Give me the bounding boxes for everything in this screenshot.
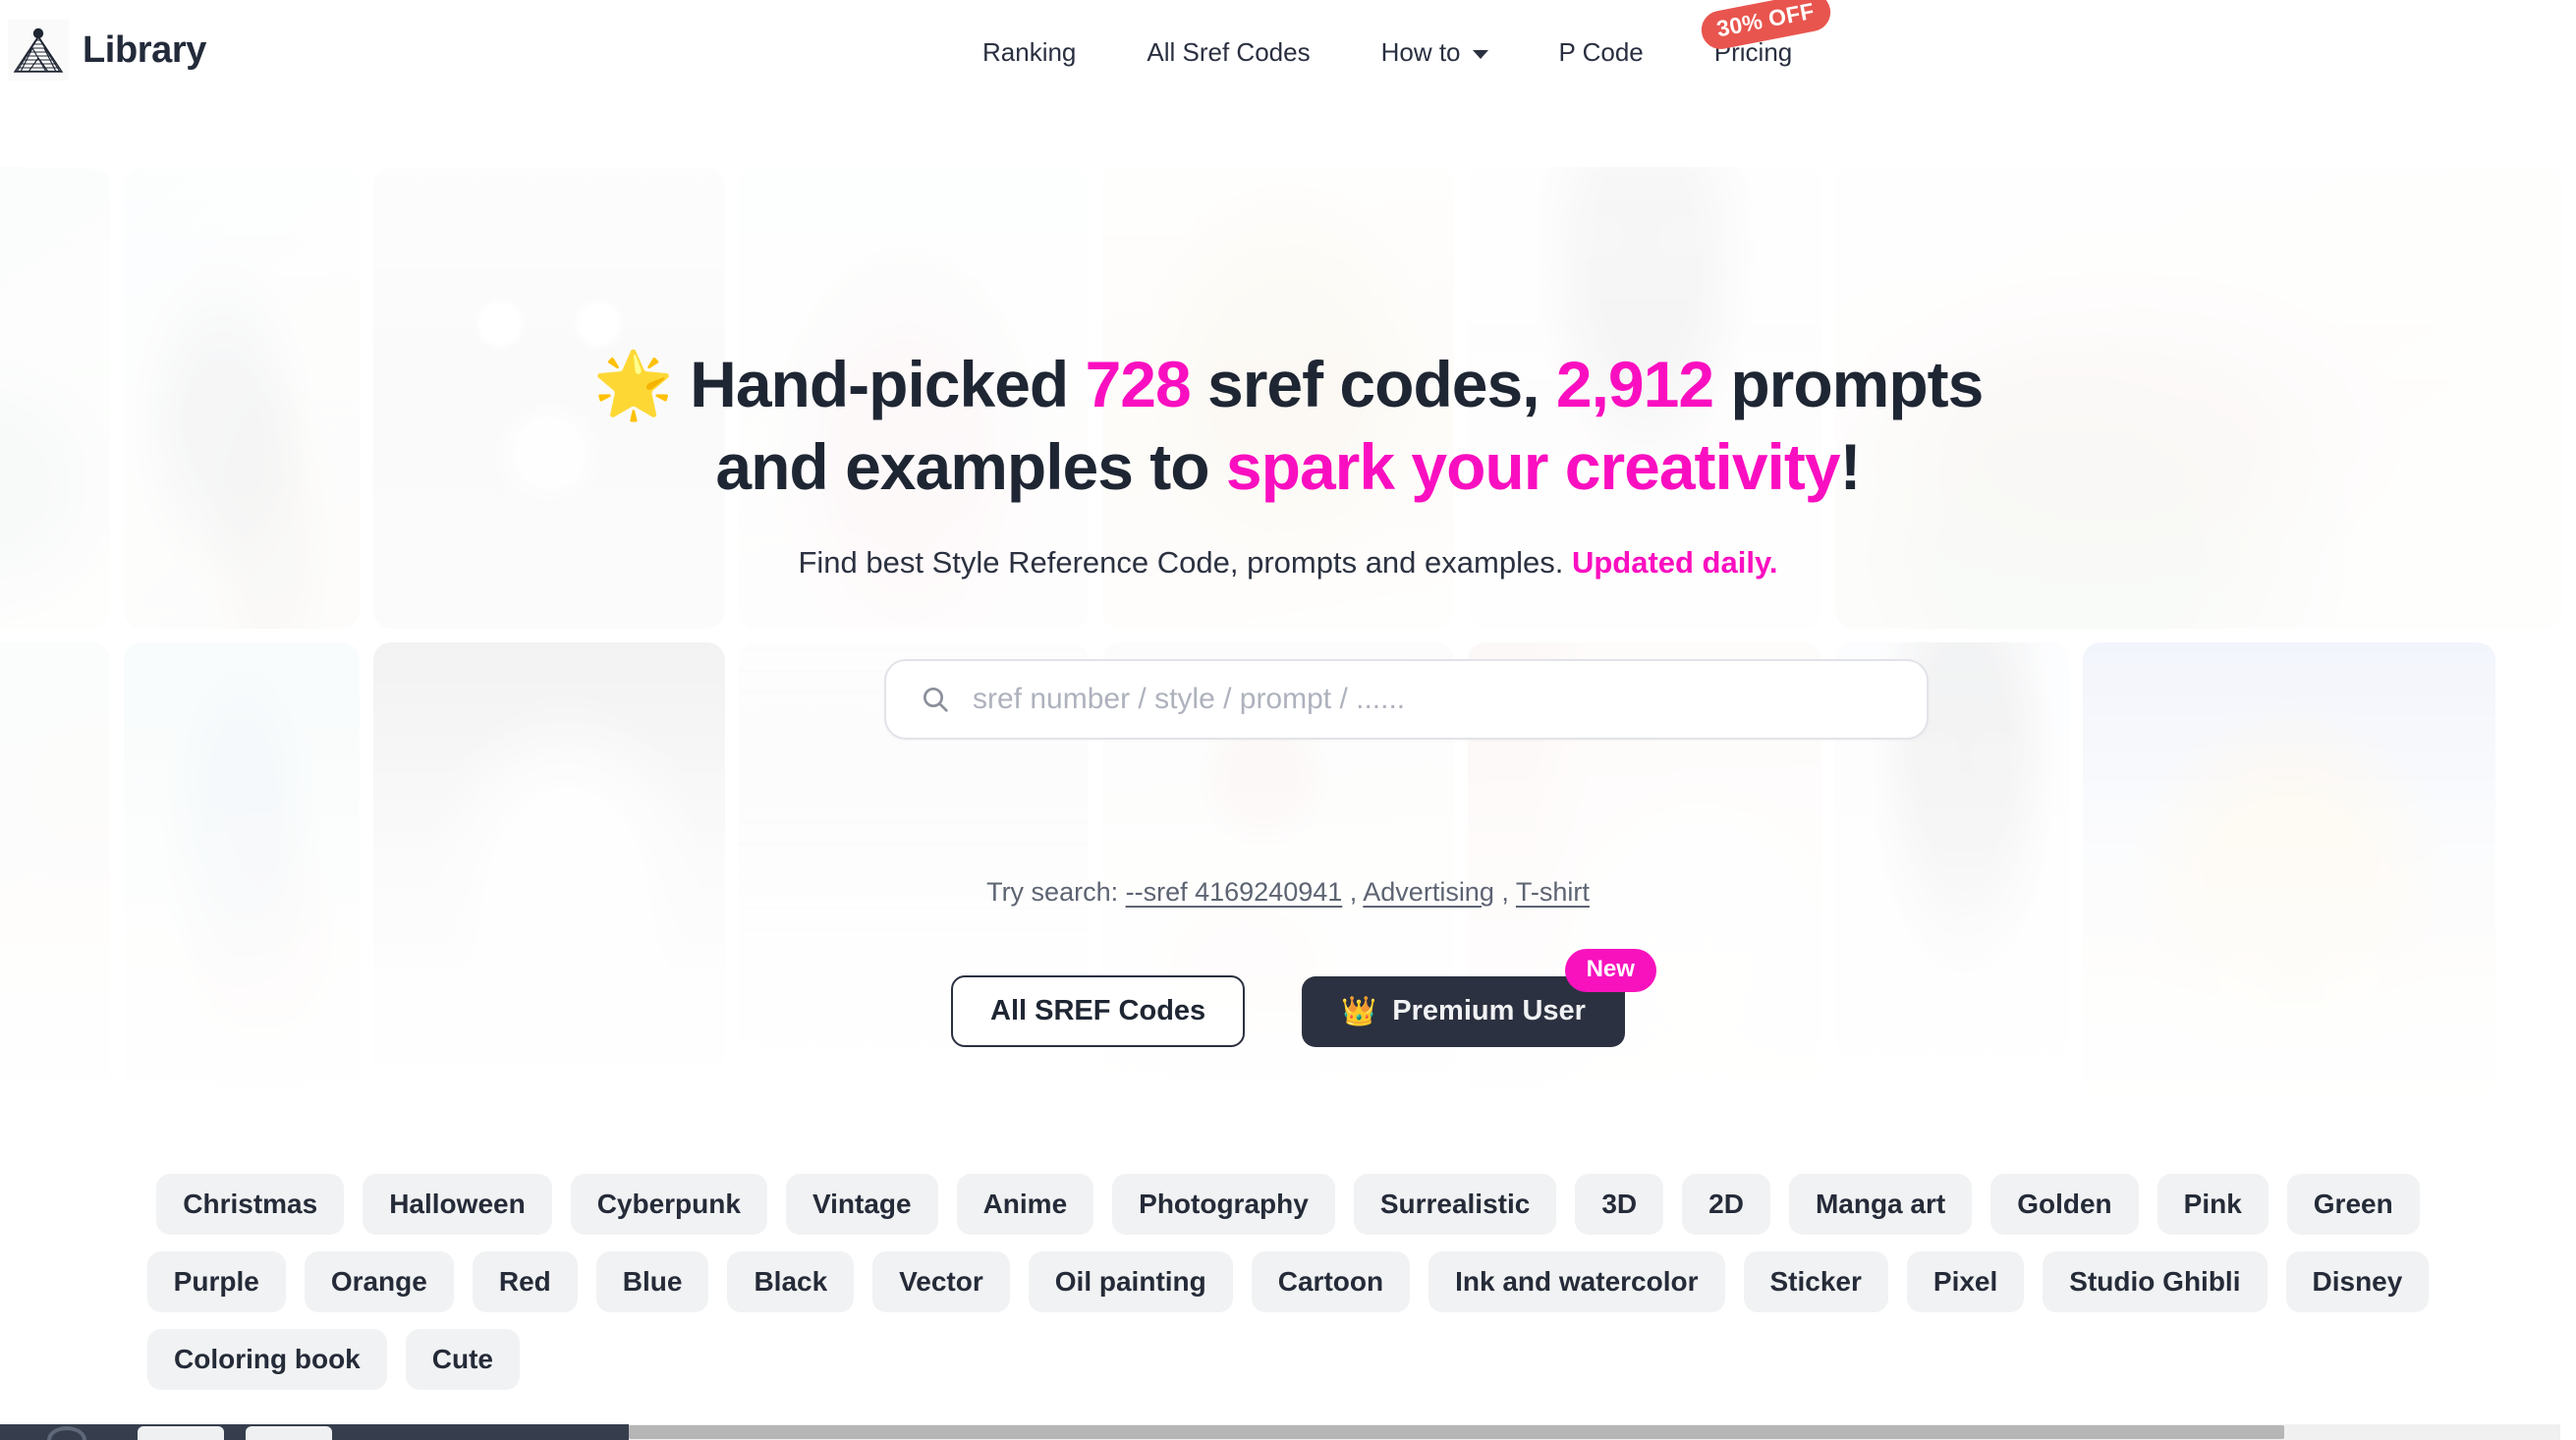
page-headline: 🌟 Hand-picked 728 sref codes, 2,912 prom… — [0, 344, 2576, 509]
tag-row-1: Christmas Halloween Cyberpunk Vintage An… — [156, 1174, 2420, 1235]
horizontal-scrollbar-track[interactable] — [629, 1424, 2576, 1440]
logo-text: Library — [83, 28, 207, 71]
premium-user-button-wrapper: 👑 Premium User New — [1302, 948, 1656, 1047]
tag-cute[interactable]: Cute — [405, 1329, 520, 1390]
nav-label: P Code — [1558, 37, 1644, 67]
headline-line2-part-1: and examples to — [715, 429, 1226, 503]
nav-item-p-code[interactable]: P Code — [1524, 37, 1679, 68]
headline-sref-count: 728 — [1085, 348, 1192, 420]
try-search-link-tshirt[interactable]: T-shirt — [1516, 877, 1590, 907]
horizontal-scrollbar-thumb[interactable] — [629, 1425, 2284, 1439]
nav-item-ranking[interactable]: Ranking — [982, 37, 1111, 68]
nav-label: All Sref Codes — [1147, 37, 1311, 67]
try-search-sep-2: , — [1493, 877, 1516, 907]
tag-coloring-book[interactable]: Coloring book — [147, 1329, 387, 1390]
subtitle-text: Find best Style Reference Code, prompts … — [798, 545, 1572, 580]
taskbar-item-2[interactable] — [246, 1426, 332, 1440]
main-navigation: Ranking All Sref Codes How to P Code Pri… — [982, 0, 1833, 68]
headline-part-3: prompts — [1713, 348, 1984, 420]
site-header: Library Ranking All Sref Codes How to P … — [0, 0, 2576, 116]
premium-user-label: Premium User — [1392, 995, 1586, 1026]
taskbar-circle-icon — [47, 1426, 86, 1440]
try-search-link-sref[interactable]: --sref 4169240941 — [1126, 877, 1343, 907]
new-badge: New — [1564, 948, 1656, 992]
taskbar-item-1[interactable] — [138, 1426, 224, 1440]
all-sref-codes-button[interactable]: All SREF Codes — [951, 975, 1246, 1047]
try-search-label: Try search: — [986, 877, 1126, 907]
headline-line2-end: ! — [1839, 429, 1862, 503]
tag-cloud: Christmas Halloween Cyberpunk Vintage An… — [0, 1174, 2576, 1390]
tag-blue[interactable]: Blue — [595, 1251, 709, 1312]
page-subtitle: Find best Style Reference Code, prompts … — [0, 545, 2576, 581]
tag-vintage[interactable]: Vintage — [785, 1174, 938, 1235]
tag-3d[interactable]: 3D — [1575, 1174, 1664, 1235]
headline-emoji: 🌟 — [592, 348, 674, 420]
hero-section: 🌟 Hand-picked 728 sref codes, 2,912 prom… — [0, 116, 2576, 1108]
hero-content: 🌟 Hand-picked 728 sref codes, 2,912 prom… — [0, 116, 2576, 1108]
nav-label: Ranking — [982, 37, 1077, 67]
headline-part-1: Hand-picked — [672, 348, 1086, 420]
try-search-suggestions: Try search: --sref 4169240941 , Advertis… — [0, 877, 2576, 908]
search-bar[interactable]: sref number / style / prompt / ...... — [884, 659, 1929, 740]
logo[interactable]: Library — [8, 20, 206, 81]
subtitle-highlight: Updated daily. — [1571, 545, 1778, 580]
tag-orange[interactable]: Orange — [304, 1251, 454, 1312]
tag-row-2: Purple Orange Red Blue Black Vector Oil … — [146, 1251, 2430, 1312]
scrollbar-end-cap — [2560, 1424, 2576, 1440]
tag-photography[interactable]: Photography — [1112, 1174, 1335, 1235]
try-search-link-advertising[interactable]: Advertising — [1363, 877, 1494, 907]
tag-cartoon[interactable]: Cartoon — [1251, 1251, 1411, 1312]
nav-item-pricing[interactable]: Pricing 30% OFF — [1679, 0, 1833, 68]
chevron-down-icon — [1472, 50, 1488, 59]
tag-surrealistic[interactable]: Surrealistic — [1353, 1174, 1557, 1235]
tag-studio-ghibli[interactable]: Studio Ghibli — [2043, 1251, 2268, 1312]
tag-purple[interactable]: Purple — [146, 1251, 286, 1312]
tag-vector[interactable]: Vector — [872, 1251, 1010, 1312]
tag-2d[interactable]: 2D — [1682, 1174, 1770, 1235]
headline-part-2: sref codes, — [1190, 348, 1556, 420]
headline-line2-highlight: spark your creativity — [1225, 429, 1841, 503]
search-icon — [920, 684, 951, 715]
crown-icon: 👑 — [1341, 995, 1377, 1027]
tag-red[interactable]: Red — [472, 1251, 578, 1312]
try-search-sep-1: , — [1342, 877, 1364, 907]
tag-sticker[interactable]: Sticker — [1743, 1251, 1888, 1312]
tag-halloween[interactable]: Halloween — [363, 1174, 552, 1235]
hero-cta-row: All SREF Codes 👑 Premium User New — [0, 948, 2576, 1047]
mountain-logo-icon — [8, 20, 69, 81]
tag-pink[interactable]: Pink — [2156, 1174, 2268, 1235]
os-taskbar — [0, 1424, 629, 1440]
nav-label: How to — [1380, 37, 1461, 67]
tag-manga-art[interactable]: Manga art — [1788, 1174, 1973, 1235]
tag-black[interactable]: Black — [727, 1251, 855, 1312]
tag-ink-and-watercolor[interactable]: Ink and watercolor — [1428, 1251, 1725, 1312]
nav-item-all-sref-codes[interactable]: All Sref Codes — [1111, 37, 1345, 68]
tag-golden[interactable]: Golden — [1990, 1174, 2139, 1235]
tag-row-3: Coloring book Cute — [147, 1329, 2429, 1390]
nav-item-how-to[interactable]: How to — [1346, 37, 1524, 68]
tag-anime[interactable]: Anime — [956, 1174, 1094, 1235]
search-input-placeholder: sref number / style / prompt / ...... — [973, 683, 1406, 715]
tag-christmas[interactable]: Christmas — [156, 1174, 345, 1235]
tag-disney[interactable]: Disney — [2285, 1251, 2430, 1312]
tag-cyberpunk[interactable]: Cyberpunk — [570, 1174, 767, 1235]
headline-prompt-count: 2,912 — [1555, 348, 1714, 420]
tag-oil-painting[interactable]: Oil painting — [1028, 1251, 1233, 1312]
tag-pixel[interactable]: Pixel — [1906, 1251, 2025, 1312]
tag-green[interactable]: Green — [2286, 1174, 2420, 1235]
